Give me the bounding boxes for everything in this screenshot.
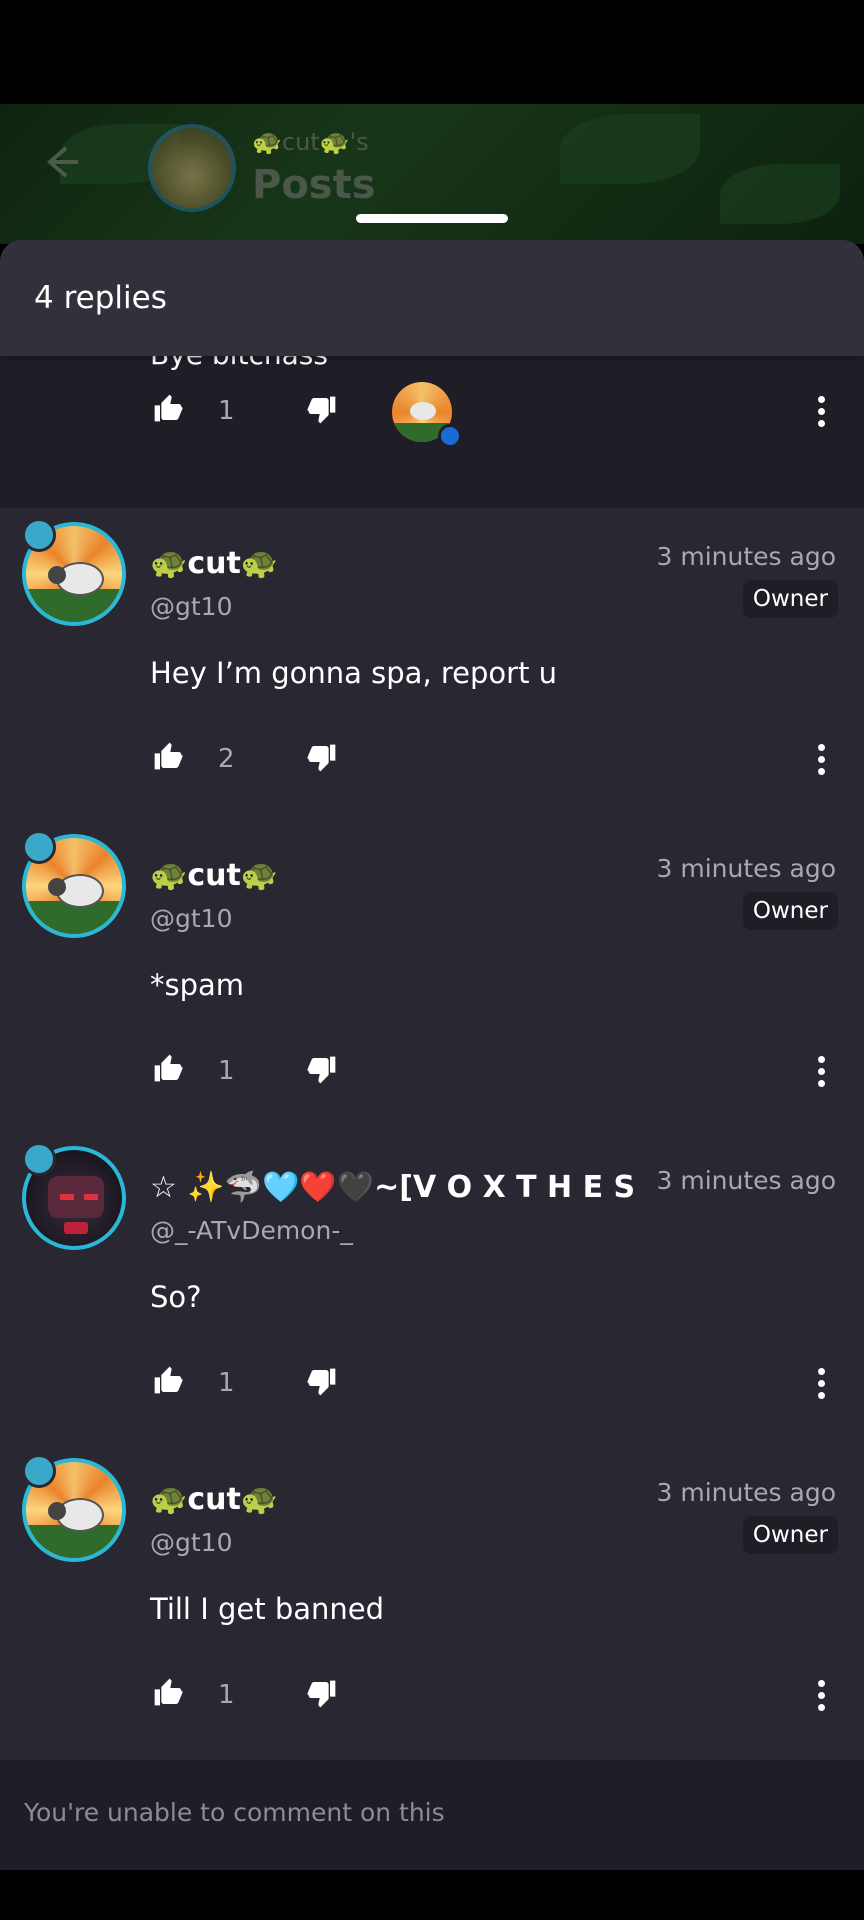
more-options-icon[interactable] (816, 744, 826, 778)
reply-author-name[interactable]: 🐢cut🐢 (150, 858, 278, 893)
reply-actions: 1 (0, 1356, 864, 1406)
reply-item: ☆ ✨🦈🩵❤️🖤~[V O X T H E S @_-ATvDemon-_ 3 … (0, 1132, 864, 1444)
like-count: 2 (218, 744, 235, 774)
comment-disabled-notice: You're unable to comment on this (24, 1798, 445, 1827)
reply-text: So? (150, 1280, 202, 1314)
thumbs-up-icon[interactable] (152, 392, 184, 424)
more-options-icon[interactable] (816, 396, 826, 430)
reply-author-handle: @_-ATvDemon-_ (150, 1216, 353, 1245)
like-count: 1 (218, 1680, 235, 1710)
owner-avatar[interactable] (148, 124, 236, 212)
reply-actions: 2 (0, 732, 864, 782)
more-options-icon[interactable] (816, 1680, 826, 1714)
like-count: 1 (218, 396, 235, 426)
reply-author-handle: @gt10 (150, 1528, 233, 1557)
reply-item: 🐢cut🐢 @gt10 3 minutes ago Owner *spam 1 (0, 820, 864, 1132)
chat-bubble-icon (438, 424, 462, 448)
post-header-background (0, 104, 864, 244)
bubble-badge-icon (22, 1454, 56, 1488)
reply-text: Till I get banned (150, 1592, 385, 1626)
leaf-decoration (720, 164, 840, 224)
replies-sheet: 4 replies Bye bitchass 1 🐢cut🐢 @gt10 3 m… (0, 240, 864, 1870)
more-options-icon[interactable] (816, 1368, 826, 1402)
thumbs-down-icon[interactable] (306, 1366, 338, 1398)
parent-comment-actions: 1 (0, 382, 864, 448)
sheet-drag-handle[interactable] (356, 214, 508, 223)
owner-badge: Owner (742, 580, 838, 618)
reply-item: 🐢cut🐢 @gt10 3 minutes ago Owner Hey I’m … (0, 508, 864, 820)
thumbs-up-icon[interactable] (152, 1364, 184, 1396)
thumbs-down-icon[interactable] (306, 1054, 338, 1086)
reply-text: *spam (150, 968, 245, 1002)
thumbs-up-icon[interactable] (152, 1052, 184, 1084)
reply-actions: 1 (0, 1668, 864, 1718)
bubble-badge-icon (22, 830, 56, 864)
owner-badge: Owner (742, 1516, 838, 1554)
thumbs-down-icon[interactable] (306, 742, 338, 774)
like-count: 1 (218, 1056, 235, 1086)
thumbs-up-icon[interactable] (152, 1676, 184, 1708)
sheet-header: 4 replies (0, 240, 864, 356)
system-nav-bar (0, 1870, 864, 1920)
like-count: 1 (218, 1368, 235, 1398)
reply-timestamp: 3 minutes ago (656, 854, 836, 883)
reply-author-name[interactable]: ☆ ✨🦈🩵❤️🖤~[V O X T H E S (150, 1170, 640, 1205)
thumbs-down-icon[interactable] (306, 394, 338, 426)
reply-author-handle: @gt10 (150, 904, 233, 933)
leaf-decoration (560, 114, 700, 184)
replies-count-title: 4 replies (34, 280, 167, 316)
thumbs-down-icon[interactable] (306, 1678, 338, 1710)
reply-actions: 1 (0, 1044, 864, 1094)
page-title: Posts (252, 162, 376, 208)
owner-label: 🐢cut🐢's (252, 128, 369, 156)
reply-text: Hey I’m gonna spa, report u (150, 656, 558, 690)
more-options-icon[interactable] (816, 1056, 826, 1090)
thumbs-up-icon[interactable] (152, 740, 184, 772)
comment-footer: You're unable to comment on this (0, 1760, 864, 1870)
bubble-badge-icon (22, 1142, 56, 1176)
reply-timestamp: 3 minutes ago (656, 1166, 836, 1195)
parent-comment: Bye bitchass 1 (0, 338, 864, 508)
reply-timestamp: 3 minutes ago (656, 1478, 836, 1507)
reply-author-name[interactable]: 🐢cut🐢 (150, 1482, 278, 1517)
reply-timestamp: 3 minutes ago (656, 542, 836, 571)
arrow-left-icon[interactable] (38, 140, 82, 184)
reply-author-name[interactable]: 🐢cut🐢 (150, 546, 278, 581)
reply-item: 🐢cut🐢 @gt10 3 minutes ago Owner Till I g… (0, 1444, 864, 1756)
reply-author-handle: @gt10 (150, 592, 233, 621)
status-bar (0, 0, 864, 104)
owner-badge: Owner (742, 892, 838, 930)
bubble-badge-icon (22, 518, 56, 552)
